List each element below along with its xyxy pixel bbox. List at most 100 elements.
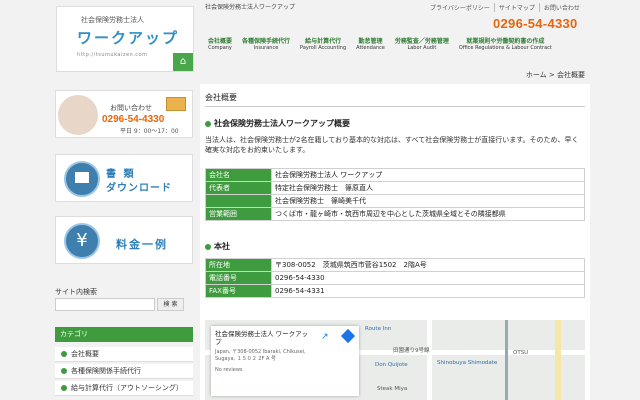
contact-phone: 0296-54-4330 [102,114,165,125]
row-label: 会社名 [205,168,272,182]
map-label: Steak Miya [377,386,408,392]
bullet-icon [61,367,67,374]
map-label: 田園通り9号線 [393,348,430,354]
nav-sublabel: Payroll Accounting [300,45,347,51]
section-heading-text: 社会保険労務士法人ワークアップ概要 [214,119,350,128]
map-label: OTSU [513,350,529,356]
nav-payroll[interactable]: 給与計算代行 Payroll Accounting [295,34,351,53]
nav-labor-audit[interactable]: 労務監査／労務管理 Labor Audit [390,34,454,53]
open-external-icon[interactable]: ↗ [321,332,329,342]
nav-label: 会社概要 [208,38,233,45]
table-row: 営業範囲 つくば市・龍ヶ崎市・筑西市周辺を中心とした茨城県全域とその隣接都県 [205,207,585,221]
fees-title: 料金一例 [116,238,168,251]
map-place-address: Japan, 〒308-0052 Ibaraki, Chikusei, Suga… [215,349,306,362]
table-row: 所在地 〒308-0052 茨城県筑西市菅谷1502 2階A号 [205,258,585,272]
bullet-icon [205,243,211,250]
google-map[interactable]: Route Inn 田園通り9号線 Don Quijote Shinobuya … [205,320,585,400]
contact-link[interactable]: お問い合わせ [538,3,584,12]
page-title: 会社概要 [205,93,237,102]
map-rail [505,320,508,400]
map-road [427,320,432,400]
nav-sublabel: Office Regulations & Labour Contract [458,45,552,51]
category-item-payroll[interactable]: 給与計算代行（アウトソーシング） [55,381,193,396]
overview-table: 会社名 社会保険労務士法人 ワークアップ 代表者 特定社会保険労務士 篠原直人 社会… [205,168,585,221]
row-value: 特定社会保険労務士 篠原直人 [271,181,585,195]
map-info-card: 社会保険労務士法人 ワークアップ Japan, 〒308-0052 Ibarak… [211,326,359,396]
download-icon [64,161,100,197]
sitemap-link[interactable]: サイトマップ [493,3,539,12]
category-item-insurance[interactable]: 各種保険関係手続代行 [55,364,193,379]
nav-label: 給与計算代行 [305,38,342,45]
header-phone: 0296-54-4330 [493,16,578,31]
search-input[interactable] [55,298,155,311]
row-label: 電話番号 [205,271,272,285]
nav-regulations[interactable]: 就業規則や労働契約書の作成 Office Regulations & Labour… [454,34,557,53]
site-logo[interactable]: 社会保険労務士法人 ワークアップ http://tsumukaizen.com … [56,6,194,72]
download-title-2: ダウンロード [106,183,172,194]
contact-label: お問い合わせ [110,104,152,112]
bullet-icon [61,384,67,391]
intro-text: 当法人は、社会保険労務士が2名在籍しており基本的な対応は、すべて社会保険労務士が… [205,136,579,154]
search-label: サイト内検索 [55,288,97,296]
table-row: FAX番号 0296-54-4331 [205,284,585,298]
row-value: 社会保険労務士法人 ワークアップ [271,168,585,182]
map-road [555,320,561,400]
search-button[interactable]: 検 索 [157,298,184,311]
nav-label: 労務監査／労務管理 [394,38,449,45]
bullet-icon [61,350,67,357]
site-tagline: 社会保険労務士法人ワークアップ [205,4,296,11]
row-value: つくば市・龍ヶ崎市・筑西市周辺を中心とした茨城県全域とその隣接都県 [271,207,585,221]
row-value: 0296-54-4330 [271,271,585,285]
logo-subtitle: 社会保険労務士法人 [81,16,144,24]
download-title-1: 書 類 [106,169,136,180]
row-label: 代表者 [205,181,272,195]
directions-icon[interactable] [340,328,356,344]
fees-banner[interactable]: ¥ 料金一例 [55,216,193,264]
contact-banner[interactable]: お問い合わせ 0296-54-4330 平日 9：00～17：00 [55,90,193,138]
map-place-name: 社会保険労務士法人 ワークアップ [215,330,309,346]
divider [205,106,585,107]
row-value: 〒308-0052 茨城県筑西市菅谷1502 2階A号 [271,258,585,272]
table-row: 代表者 特定社会保険労務士 篠原直人 [205,181,585,195]
row-label [205,194,272,208]
bullet-icon [205,120,211,127]
global-nav: 会社概要 Company 各種保険手続代行 Insurance 給与計算代行 Payr… [203,34,557,53]
row-label: 営業範囲 [205,207,272,221]
row-value: 0296-54-4331 [271,284,585,298]
nav-label: 各種保険手続代行 [242,38,291,45]
nav-sublabel: Company [208,45,232,51]
operator-image [58,95,98,135]
map-label: Shinobuya Shimodate [437,360,498,366]
nav-attendance[interactable]: 勤怠管理 Attendance [351,34,390,53]
nav-company[interactable]: 会社概要 Company [203,34,237,53]
logo-url: http://tsumukaizen.com [77,52,148,58]
table-row: 電話番号 0296-54-4330 [205,271,585,285]
nav-label: 就業規則や労働契約書の作成 [466,38,545,45]
nav-label: 勤怠管理 [358,38,383,45]
main-content: 会社概要 社会保険労務士法人ワークアップ概要 当法人は、社会保険労務士が2名在籍… [200,84,590,400]
map-label: Don Quijote [375,362,408,368]
logo-title: ワークアップ [77,29,180,47]
download-banner[interactable]: 書 類 ダウンロード [55,154,193,202]
breadcrumb[interactable]: ホーム > 会社概要 [526,70,585,80]
office-table: 所在地 〒308-0052 茨城県筑西市菅谷1502 2階A号 電話番号 0296-… [205,258,585,298]
yen-icon: ¥ [64,223,100,259]
row-label: 所在地 [205,258,272,272]
category-item-company[interactable]: 会社概要 [55,347,193,362]
nav-insurance[interactable]: 各種保険手続代行 Insurance [237,34,295,53]
nav-sublabel: Labor Audit [407,45,437,51]
privacy-link[interactable]: プライバシーポリシー [426,3,494,12]
envelope-icon [166,97,186,111]
section-heading-office: 本社 [205,241,230,252]
row-label: FAX番号 [205,284,272,298]
section-heading-text: 本社 [214,242,230,251]
category-label: 各種保険関係手続代行 [71,367,141,375]
section-heading-overview: 社会保険労務士法人ワークアップ概要 [205,118,350,129]
top-links: プライバシーポリシー サイトマップ お問い合わせ [426,3,584,12]
table-row: 会社名 社会保険労務士法人 ワークアップ [205,168,585,182]
nav-sublabel: Insurance [253,45,279,51]
table-row: 社会保険労務士 篠崎美千代 [205,194,585,208]
home-icon[interactable]: ⌂ [173,53,193,71]
category-label: 会社概要 [71,350,99,358]
contact-hours: 平日 9：00～17：00 [120,128,179,135]
